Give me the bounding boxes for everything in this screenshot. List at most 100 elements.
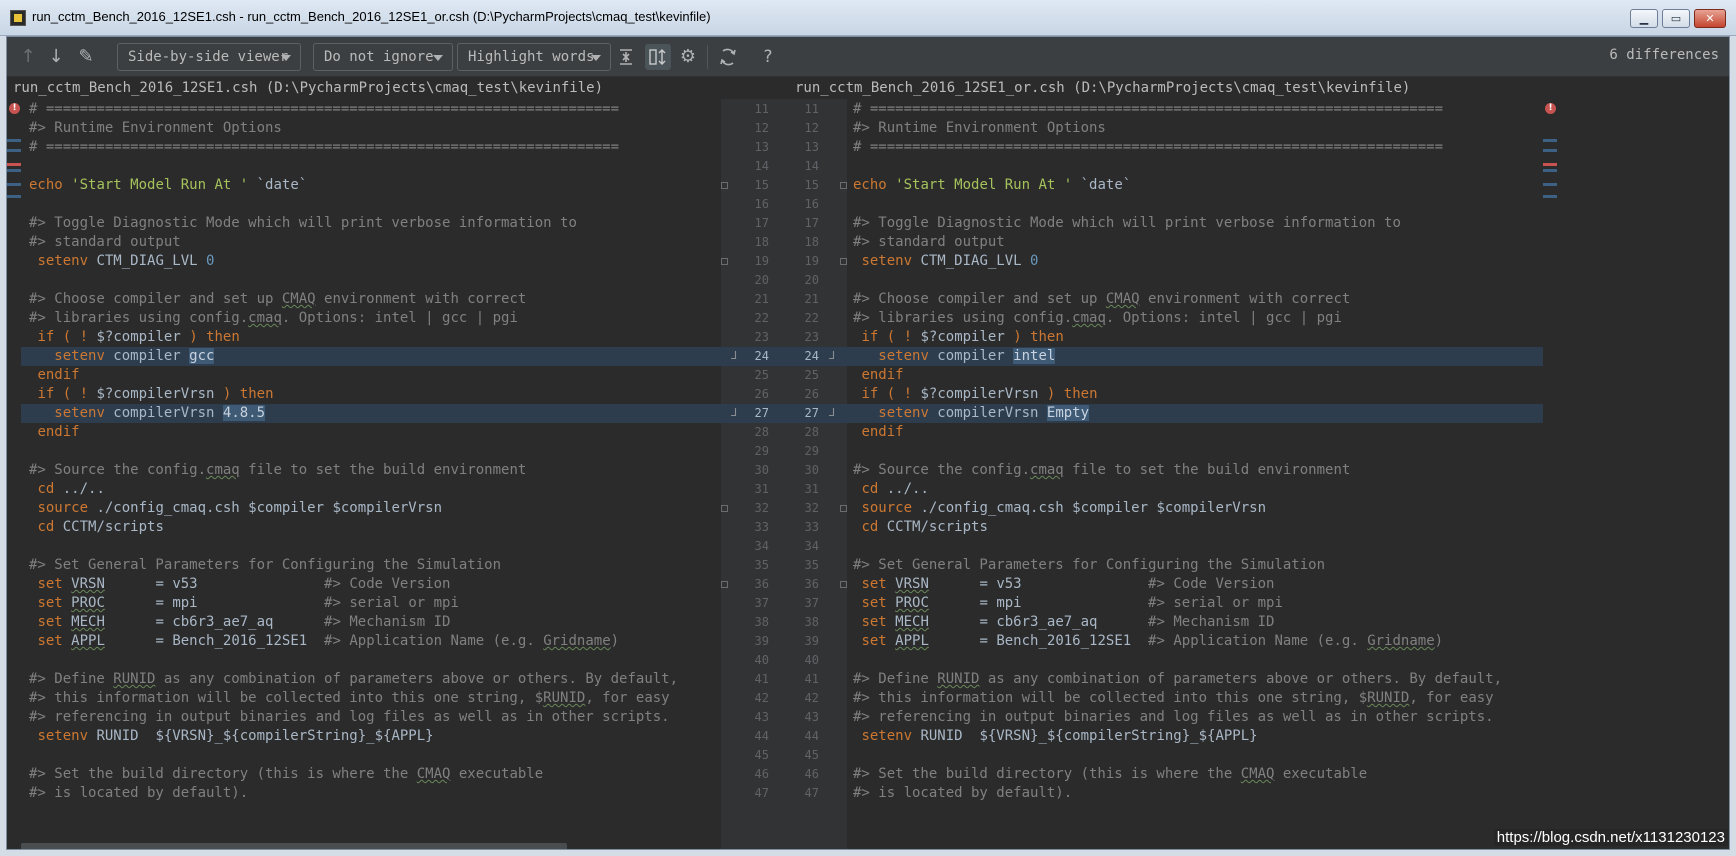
left-code-line[interactable]: source ./config_cmaq.csh $compiler $comp… — [21, 499, 721, 518]
left-code-line[interactable]: endif — [21, 423, 721, 442]
right-error-stripe[interactable]: ! — [1543, 99, 1557, 849]
fold-marker-icon[interactable] — [840, 505, 847, 512]
left-code-line[interactable]: #> libraries using config.cmaq. Options:… — [21, 309, 721, 328]
revert-change-icon[interactable]: ⅃ — [731, 407, 741, 418]
help-icon[interactable]: ? — [755, 44, 781, 70]
left-code-line[interactable] — [21, 442, 721, 461]
fold-marker-icon[interactable] — [721, 258, 728, 265]
left-code-line[interactable]: # ======================================… — [21, 100, 721, 119]
left-code-line[interactable]: set VRSN = v53 #> Code Version — [21, 575, 721, 594]
right-code-line[interactable] — [847, 157, 1543, 176]
left-code-line[interactable]: #> this information will be collected in… — [21, 689, 721, 708]
right-code-line[interactable]: set MECH = cb6r3_ae7_aq #> Mechanism ID — [847, 613, 1543, 632]
right-code-line[interactable] — [847, 746, 1543, 765]
fold-marker-icon[interactable] — [840, 581, 847, 588]
next-difference-icon[interactable]: ↓ — [43, 44, 69, 70]
left-code-line[interactable]: set MECH = cb6r3_ae7_aq #> Mechanism ID — [21, 613, 721, 632]
apply-change-icon[interactable]: ⅃ — [829, 407, 839, 418]
right-code-line[interactable]: #> Toggle Diagnostic Mode which will pri… — [847, 214, 1543, 233]
revert-change-icon[interactable]: ⅃ — [731, 350, 741, 361]
left-code-line[interactable]: #> is located by default). — [21, 784, 721, 803]
left-code-line[interactable]: cd CCTM/scripts — [21, 518, 721, 537]
right-code-line[interactable]: cd CCTM/scripts — [847, 518, 1543, 537]
whitespace-mode-select[interactable]: Do not ignore — [313, 43, 453, 71]
collapse-unchanged-icon[interactable] — [613, 44, 639, 70]
right-code-line[interactable]: #> Define RUNID as any combination of pa… — [847, 670, 1543, 689]
right-editor[interactable]: # ======================================… — [847, 99, 1543, 849]
close-button[interactable]: ✕ — [1694, 9, 1726, 28]
left-code-line[interactable]: #> Set General Parameters for Configurin… — [21, 556, 721, 575]
left-code-line[interactable]: #> Define RUNID as any combination of pa… — [21, 670, 721, 689]
right-code-line[interactable]: if ( ! $?compilerVrsn ) then — [847, 385, 1543, 404]
right-code-line[interactable]: endif — [847, 423, 1543, 442]
left-code-line[interactable] — [21, 195, 721, 214]
right-code-line[interactable]: set VRSN = v53 #> Code Version — [847, 575, 1543, 594]
viewer-mode-select[interactable]: Side-by-side viewer — [117, 43, 301, 71]
gear-icon[interactable]: ⚙ — [675, 44, 701, 70]
left-editor[interactable]: # ======================================… — [21, 99, 721, 849]
error-indicator-icon[interactable]: ! — [1545, 103, 1556, 114]
left-code-line[interactable]: set APPL = Bench_2016_12SE1 #> Applicati… — [21, 632, 721, 651]
right-code-line[interactable]: # ======================================… — [847, 100, 1543, 119]
right-code-line[interactable]: endif — [847, 366, 1543, 385]
right-code-line[interactable] — [847, 537, 1543, 556]
left-code-line[interactable] — [21, 537, 721, 556]
right-code-line[interactable]: setenv compilerVrsn Empty — [847, 404, 1543, 423]
right-code-line[interactable] — [847, 195, 1543, 214]
right-code-line[interactable]: #> is located by default). — [847, 784, 1543, 803]
left-code-line[interactable]: #> Toggle Diagnostic Mode which will pri… — [21, 214, 721, 233]
synchronize-scrolling-icon[interactable] — [645, 44, 671, 70]
fold-marker-icon[interactable] — [721, 505, 728, 512]
left-code-line[interactable]: setenv RUNID ${VRSN}_${compilerString}_$… — [21, 727, 721, 746]
left-code-line[interactable] — [21, 271, 721, 290]
left-code-line[interactable]: #> Choose compiler and set up CMAQ envir… — [21, 290, 721, 309]
left-code-line[interactable]: set PROC = mpi #> serial or mpi — [21, 594, 721, 613]
previous-difference-icon[interactable]: ↑ — [15, 44, 41, 70]
right-code-line[interactable]: #> standard output — [847, 233, 1543, 252]
left-code-line[interactable]: #> standard output — [21, 233, 721, 252]
right-code-line[interactable]: source ./config_cmaq.csh $compiler $comp… — [847, 499, 1543, 518]
highlight-mode-select[interactable]: Highlight words — [457, 43, 611, 71]
left-code-line[interactable]: setenv compilerVrsn 4.8.5 — [21, 404, 721, 423]
fold-marker-icon[interactable] — [721, 182, 728, 189]
right-code-line[interactable]: #> Runtime Environment Options — [847, 119, 1543, 138]
edit-source-icon[interactable]: ✎ — [73, 44, 99, 70]
right-code-line[interactable]: #> Choose compiler and set up CMAQ envir… — [847, 290, 1543, 309]
right-code-line[interactable]: set APPL = Bench_2016_12SE1 #> Applicati… — [847, 632, 1543, 651]
right-code-line[interactable]: setenv CTM_DIAG_LVL 0 — [847, 252, 1543, 271]
right-code-line[interactable]: echo 'Start Model Run At ' `date` — [847, 176, 1543, 195]
right-code-line[interactable]: #> referencing in output binaries and lo… — [847, 708, 1543, 727]
right-code-line[interactable]: #> Set the build directory (this is wher… — [847, 765, 1543, 784]
right-code-line[interactable]: setenv compiler intel — [847, 347, 1543, 366]
left-code-line[interactable]: if ( ! $?compiler ) then — [21, 328, 721, 347]
fold-marker-icon[interactable] — [840, 182, 847, 189]
left-code-line[interactable]: if ( ! $?compilerVrsn ) then — [21, 385, 721, 404]
right-code-line[interactable]: #> Set General Parameters for Configurin… — [847, 556, 1543, 575]
left-error-stripe[interactable]: ! — [7, 99, 21, 849]
error-indicator-icon[interactable]: ! — [9, 103, 20, 114]
left-code-line[interactable]: #> referencing in output binaries and lo… — [21, 708, 721, 727]
compare-with-icon[interactable] — [715, 44, 741, 70]
fold-marker-icon[interactable] — [840, 258, 847, 265]
left-code-line[interactable] — [21, 157, 721, 176]
left-horizontal-scrollbar[interactable] — [21, 843, 567, 849]
apply-change-icon[interactable]: ⅃ — [829, 350, 839, 361]
fold-marker-icon[interactable] — [721, 581, 728, 588]
left-code-line[interactable]: #> Source the config.cmaq file to set th… — [21, 461, 721, 480]
right-code-line[interactable]: cd ../.. — [847, 480, 1543, 499]
right-code-line[interactable]: setenv RUNID ${VRSN}_${compilerString}_$… — [847, 727, 1543, 746]
left-code-line[interactable]: setenv CTM_DIAG_LVL 0 — [21, 252, 721, 271]
left-code-line[interactable]: endif — [21, 366, 721, 385]
right-code-line[interactable] — [847, 651, 1543, 670]
right-code-line[interactable] — [847, 442, 1543, 461]
left-code-line[interactable]: #> Runtime Environment Options — [21, 119, 721, 138]
right-code-line[interactable]: #> this information will be collected in… — [847, 689, 1543, 708]
left-code-line[interactable]: #> Set the build directory (this is wher… — [21, 765, 721, 784]
left-code-line[interactable]: cd ../.. — [21, 480, 721, 499]
right-code-line[interactable]: if ( ! $?compiler ) then — [847, 328, 1543, 347]
left-code-line[interactable]: echo 'Start Model Run At ' `date` — [21, 176, 721, 195]
left-code-line[interactable]: setenv compiler gcc — [21, 347, 721, 366]
left-code-line[interactable] — [21, 651, 721, 670]
left-code-line[interactable] — [21, 746, 721, 765]
right-code-line[interactable]: # ======================================… — [847, 138, 1543, 157]
